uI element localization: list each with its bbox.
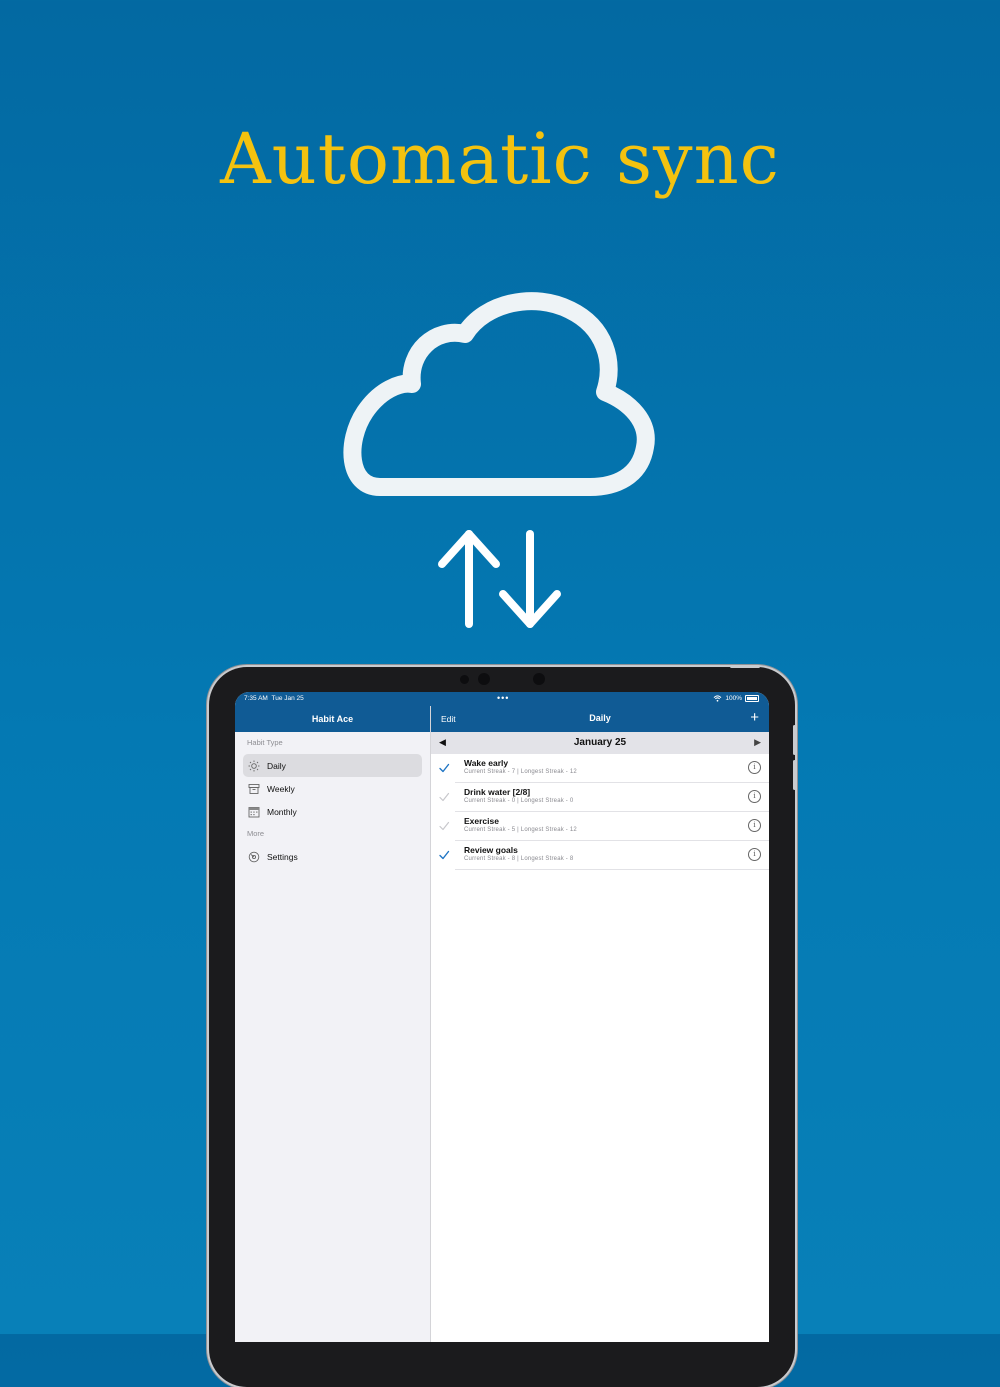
next-day-button[interactable]: ▶: [754, 737, 761, 748]
checkmark-icon[interactable]: [438, 849, 450, 861]
archive-box-icon: [248, 783, 260, 795]
page-title: Daily: [589, 713, 611, 723]
habit-row[interactable]: Exercise Current Streak - 5 | Longest St…: [439, 812, 769, 841]
headline: Automatic sync: [220, 118, 780, 200]
plus-icon[interactable]: +: [750, 709, 759, 727]
habit-name: Exercise: [464, 816, 499, 826]
date-bar: ◀ January 25 ▶: [431, 732, 769, 754]
current-date: January 25: [573, 737, 627, 748]
section-label-habit-type: Habit Type: [247, 738, 283, 747]
sidebar-item-label: Monthly: [267, 806, 297, 817]
top-button: [730, 665, 760, 668]
sun-icon: [248, 760, 260, 772]
calendar-icon: [248, 806, 260, 818]
info-icon[interactable]: i: [748, 848, 761, 861]
status-time-date: 7:35 AM Tue Jan 25: [244, 695, 304, 702]
camera-icon: [478, 673, 490, 685]
camera-icon: [533, 673, 545, 685]
sidebar-item-label: Daily: [267, 760, 286, 771]
habit-streak: Current Streak - 7 | Longest Streak - 12: [464, 769, 577, 775]
habit-name: Review goals: [464, 845, 518, 855]
volume-button: [793, 760, 796, 790]
checkmark-icon[interactable]: [438, 791, 450, 803]
multitask-dots-icon[interactable]: •••: [497, 693, 509, 703]
status-date: Tue Jan 25: [271, 695, 304, 702]
info-icon[interactable]: i: [748, 819, 761, 832]
info-icon[interactable]: i: [748, 761, 761, 774]
sidebar-item-daily[interactable]: Daily: [243, 754, 422, 777]
sidebar-title: Habit Ace: [235, 706, 430, 732]
sidebar: Habit Ace Habit Type Daily Weekly Monthl…: [235, 706, 431, 1342]
habit-name: Drink water [2/8]: [464, 787, 531, 797]
sync-arrows-icon: [438, 530, 561, 628]
cloud-icon: [343, 292, 655, 496]
sidebar-item-label: Weekly: [267, 783, 295, 794]
checkmark-icon[interactable]: [438, 762, 450, 774]
main-navbar: Edit Daily +: [431, 706, 769, 732]
habit-row[interactable]: Review goals Current Streak - 8 | Longes…: [439, 841, 769, 870]
status-time: 7:35 AM: [244, 695, 268, 702]
habit-streak: Current Streak - 5 | Longest Streak - 12: [464, 827, 577, 833]
sidebar-item-label: Settings: [267, 851, 298, 862]
settings-icon: [248, 851, 260, 863]
sidebar-item-weekly[interactable]: Weekly: [243, 777, 422, 800]
habit-streak: Current Streak - 8 | Longest Streak - 8: [464, 856, 574, 862]
volume-button: [793, 725, 796, 755]
main-panel: Edit Daily + ◀ January 25 ▶ Wake early C…: [431, 706, 769, 1342]
camera-icon: [460, 675, 469, 684]
habit-row[interactable]: Wake early Current Streak - 7 | Longest …: [439, 754, 769, 783]
battery-percent: 100%: [725, 695, 742, 702]
habit-name: Wake early: [464, 758, 509, 768]
battery-icon: [745, 695, 759, 702]
sidebar-item-settings[interactable]: Settings: [243, 845, 422, 868]
habit-list: Wake early Current Streak - 7 | Longest …: [431, 754, 769, 870]
app-screen: 7:35 AM Tue Jan 25 ••• 100% Habit Ace Ha…: [235, 692, 769, 1342]
section-label-more: More: [247, 829, 265, 838]
status-right: 100%: [713, 695, 759, 702]
sidebar-item-monthly[interactable]: Monthly: [243, 800, 422, 823]
status-bar: 7:35 AM Tue Jan 25 ••• 100%: [235, 692, 769, 706]
habit-streak: Current Streak - 0 | Longest Streak - 0: [464, 798, 574, 804]
checkmark-icon[interactable]: [438, 820, 450, 832]
habit-row[interactable]: Drink water [2/8] Current Streak - 0 | L…: [439, 783, 769, 812]
wifi-icon: [714, 695, 722, 702]
info-icon[interactable]: i: [748, 790, 761, 803]
